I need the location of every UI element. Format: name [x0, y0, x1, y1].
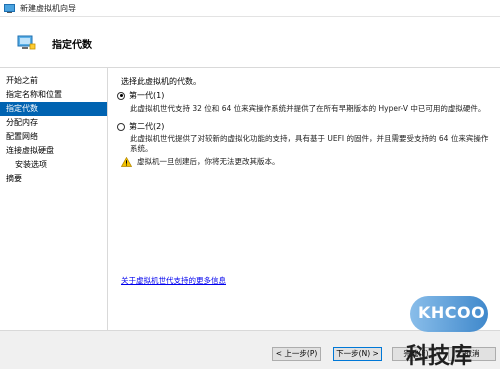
generation-1-label[interactable]: 第一代(1): [129, 90, 164, 101]
sidebar-item-generation[interactable]: 指定代数: [0, 102, 107, 116]
generation-2-label[interactable]: 第二代(2): [129, 121, 164, 132]
previous-button[interactable]: < 上一步(P): [272, 347, 321, 361]
warning-row: 虚拟机一旦创建后，你将无法更改其版本。: [120, 156, 280, 167]
generation-icon: [16, 35, 36, 51]
wizard-header: 指定代数: [0, 17, 500, 68]
sidebar-item-virtual-disk[interactable]: 连接虚拟硬盘: [0, 144, 107, 158]
warning-icon: [120, 156, 133, 167]
watermark-logo-text: KHCOO: [418, 303, 486, 322]
page-title: 指定代数: [52, 40, 92, 51]
sidebar-item-install-options[interactable]: 安装选项: [0, 158, 107, 172]
generation-1-option[interactable]: 第一代(1): [117, 90, 164, 101]
sidebar-item-summary[interactable]: 摘要: [0, 172, 107, 186]
sidebar-item-memory[interactable]: 分配内存: [0, 116, 107, 130]
warning-text: 虚拟机一旦创建后，你将无法更改其版本。: [137, 157, 280, 166]
watermark-site-text: 科技库: [406, 344, 473, 369]
generation-info-link[interactable]: 关于虚拟机世代支持的更多信息: [121, 275, 226, 286]
hyper-v-icon: [4, 3, 15, 13]
generation-1-radio[interactable]: [117, 91, 125, 100]
next-button[interactable]: 下一步(N) >: [333, 347, 382, 361]
watermark: KHCOO 科技库: [396, 290, 500, 369]
generation-1-description: 此虚拟机世代支持 32 位和 64 位来宾操作系统并提供了在所有早期版本的 Hy…: [130, 104, 486, 113]
title-bar: 新建虚拟机向导: [0, 0, 500, 17]
window-title: 新建虚拟机向导: [20, 3, 76, 13]
wizard-steps-sidebar: 开始之前 指定名称和位置 指定代数 分配内存 配置网络 连接虚拟硬盘 安装选项 …: [0, 68, 108, 330]
sidebar-item-name-location[interactable]: 指定名称和位置: [0, 88, 107, 102]
sidebar-item-network[interactable]: 配置网络: [0, 130, 107, 144]
generation-2-description: 此虚拟机世代提供了对较新的虚拟化功能的支持，具有基于 UEFI 的固件，并且需要…: [130, 134, 489, 153]
generation-2-option[interactable]: 第二代(2): [117, 121, 164, 132]
generation-2-radio[interactable]: [117, 122, 125, 131]
sidebar-item-before-you-begin[interactable]: 开始之前: [0, 74, 107, 88]
generation-prompt: 选择此虚拟机的代数。: [121, 77, 201, 86]
